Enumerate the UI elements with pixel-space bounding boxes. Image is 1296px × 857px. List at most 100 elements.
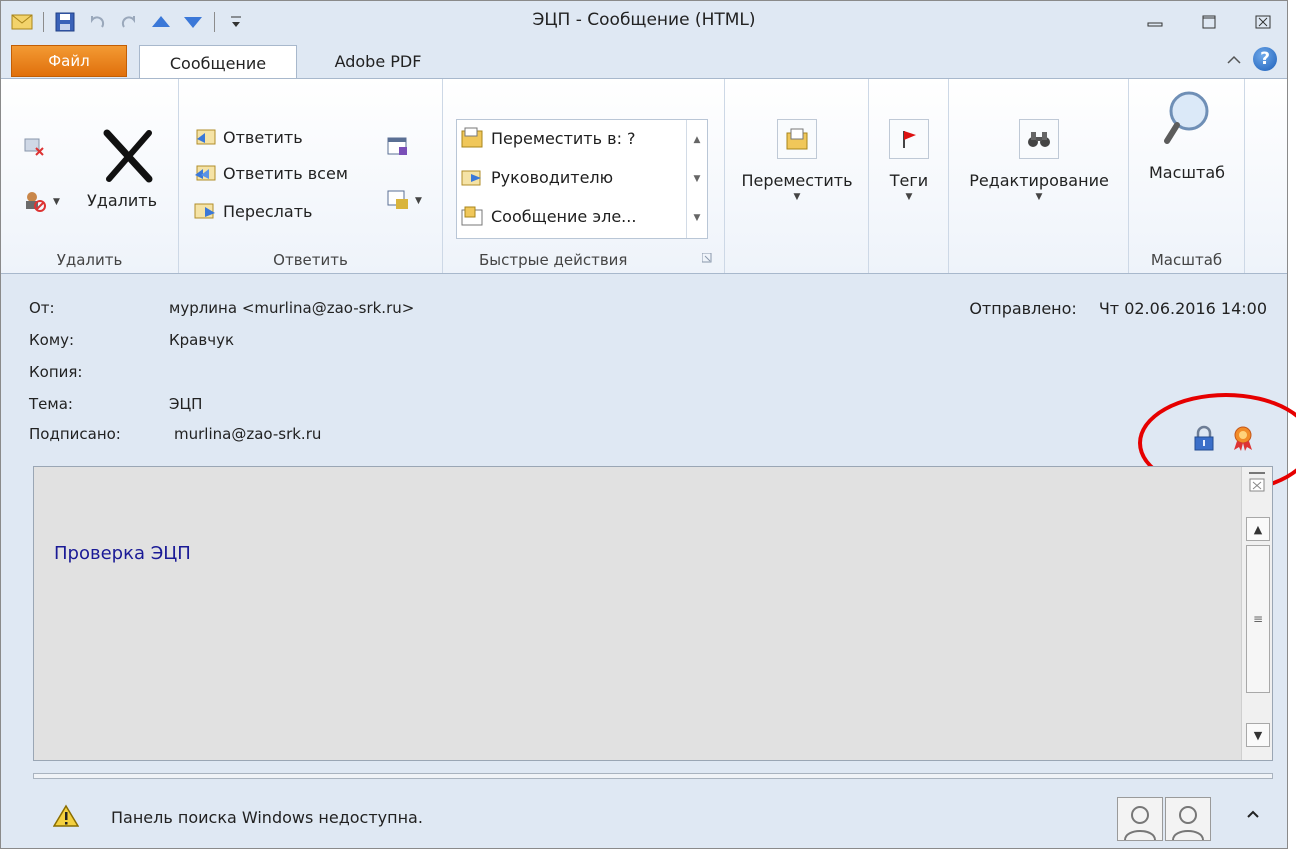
- sent-label: Отправлено:: [969, 299, 1077, 318]
- scroll-up-button[interactable]: ▲: [1246, 517, 1270, 541]
- reply-label: Ответить: [223, 127, 303, 147]
- scroll-thumb[interactable]: ≡: [1246, 545, 1270, 693]
- minimize-ribbon-icon[interactable]: [1227, 50, 1241, 68]
- editing-button[interactable]: Редактирование ▼: [949, 119, 1129, 202]
- outlook-message-window: ЭЦП - Сообщение (HTML) Файл Сообщение Ad…: [0, 0, 1296, 849]
- email-step-icon: [461, 206, 483, 226]
- sent-value: Чт 02.06.2016 14:00: [1098, 299, 1267, 318]
- reply-icon: [196, 129, 216, 145]
- reply-all-label: Ответить всем: [223, 163, 348, 183]
- contact-avatars: [1117, 797, 1211, 841]
- move-icon: [777, 119, 817, 159]
- flag-icon: [889, 119, 929, 159]
- junk-button[interactable]: ▼: [23, 189, 60, 213]
- avatar[interactable]: [1165, 797, 1211, 841]
- minimize-button[interactable]: [1141, 11, 1169, 33]
- cc-label: Копия:: [29, 363, 83, 381]
- magnifier-icon: [1161, 89, 1213, 149]
- group-zoom: Масштаб Масштаб: [1129, 79, 1245, 273]
- tags-button[interactable]: Теги ▼: [869, 119, 949, 202]
- forward-label: Переслать: [223, 201, 313, 221]
- editing-caret-icon: ▼: [1035, 192, 1043, 202]
- delete-button[interactable]: Удалить: [87, 191, 157, 210]
- junk-icon: [26, 192, 46, 212]
- from-value[interactable]: мурлина <murlina@zao-srk.ru>: [169, 299, 414, 317]
- ribbon-tabs: Файл Сообщение Adobe PDF ?: [1, 43, 1287, 81]
- message-header: От: мурлина <murlina@zao-srk.ru> Кому: К…: [1, 273, 1287, 463]
- quick-steps-expand-icon[interactable]: ▼: [687, 198, 707, 237]
- vertical-scrollbar[interactable]: ▲ ≡ ▼: [1241, 467, 1272, 760]
- tags-label: Теги: [889, 171, 929, 190]
- sent-info: Отправлено: Чт 02.06.2016 14:00: [969, 299, 1267, 318]
- window-controls: [1141, 11, 1277, 33]
- tab-file[interactable]: Файл: [11, 45, 127, 77]
- tags-caret-icon: ▼: [905, 192, 913, 202]
- tab-message[interactable]: Сообщение: [139, 45, 297, 81]
- zoom-button[interactable]: Масштаб: [1129, 89, 1245, 182]
- delete-x-icon[interactable]: [101, 127, 155, 185]
- quick-step-label: Переместить в: ?: [491, 128, 636, 148]
- zoom-label: Масштаб: [1148, 163, 1226, 182]
- quick-steps-gallery: Переместить в: ? Руководителю Сообщение …: [456, 119, 708, 239]
- signed-value: murlina@zao-srk.ru: [174, 425, 322, 443]
- group-label-respond: Ответить: [273, 251, 348, 269]
- subject-label: Тема:: [29, 395, 73, 413]
- reply-button[interactable]: Ответить: [193, 127, 303, 147]
- editing-label: Редактирование: [969, 171, 1109, 190]
- move-caret-icon: ▼: [793, 192, 801, 202]
- quick-steps-scroll[interactable]: ▲ ▼ ▼: [686, 120, 707, 238]
- title-bar: ЭЦП - Сообщение (HTML): [1, 1, 1287, 43]
- reply-all-icon: [195, 165, 216, 181]
- to-manager-icon: [461, 170, 481, 186]
- move-label: Переместить: [741, 171, 853, 190]
- from-label: От:: [29, 299, 55, 317]
- meeting-reply-icon[interactable]: [387, 135, 409, 157]
- quick-step-label: Сообщение эле...: [491, 206, 637, 226]
- warning-icon: [52, 804, 80, 832]
- signed-label: Подписано:: [29, 425, 121, 443]
- ribbon: ▼ Удалить Удалить Ответить Ответить всем…: [1, 78, 1287, 274]
- quick-step-email[interactable]: Сообщение эле...: [461, 202, 636, 230]
- move-to-folder-icon: [461, 127, 483, 148]
- tab-adobe-pdf[interactable]: Adobe PDF: [313, 45, 443, 77]
- pane-splitter[interactable]: [33, 773, 1273, 779]
- binoculars-icon: [1019, 119, 1059, 159]
- quick-step-to-manager[interactable]: Руководителю: [461, 163, 613, 191]
- expand-people-pane-icon[interactable]: [1247, 807, 1259, 821]
- close-button[interactable]: [1249, 11, 1277, 33]
- more-respond-caret-icon: ▼: [415, 196, 422, 206]
- avatar[interactable]: [1117, 797, 1163, 841]
- subject-value: ЭЦП: [169, 395, 203, 413]
- more-respond-icon: [387, 190, 408, 209]
- people-pane: Панель поиска Windows недоступна.: [33, 791, 1273, 847]
- group-label-quick-steps: Быстрые действия: [479, 251, 628, 269]
- tabs-right-controls: ?: [1227, 47, 1277, 71]
- junk-caret-icon: ▼: [53, 197, 60, 207]
- group-tags: Теги ▼: [869, 79, 949, 273]
- people-pane-message: Панель поиска Windows недоступна.: [111, 808, 423, 827]
- group-respond: Ответить Ответить всем Переслать ▼ Ответ…: [179, 79, 443, 273]
- help-icon[interactable]: ?: [1253, 47, 1277, 71]
- restore-button[interactable]: [1195, 11, 1223, 33]
- group-label-zoom: Масштаб: [1150, 251, 1223, 269]
- to-label: Кому:: [29, 331, 75, 349]
- body-text: Проверка ЭЦП: [54, 543, 191, 564]
- move-button[interactable]: Переместить ▼: [733, 119, 861, 202]
- quick-steps-down-icon[interactable]: ▼: [687, 159, 707, 198]
- scroll-down-button[interactable]: ▼: [1246, 723, 1270, 747]
- quick-steps-up-icon[interactable]: ▲: [687, 120, 707, 159]
- to-value[interactable]: Кравчук: [169, 331, 234, 349]
- reply-all-button[interactable]: Ответить всем: [193, 163, 348, 183]
- view-options-icon[interactable]: [1248, 471, 1266, 497]
- forward-icon: [194, 203, 215, 219]
- more-respond-button[interactable]: ▼: [387, 189, 422, 211]
- group-move: Переместить ▼: [725, 79, 869, 273]
- group-editing: Редактирование ▼: [949, 79, 1129, 273]
- forward-button[interactable]: Переслать: [193, 201, 312, 221]
- quick-step-label: Руководителю: [491, 167, 614, 187]
- quick-step-move-to[interactable]: Переместить в: ?: [461, 124, 636, 152]
- quick-steps-launcher-icon[interactable]: [701, 249, 712, 267]
- message-body[interactable]: Проверка ЭЦП ▲ ≡ ▼: [33, 466, 1273, 761]
- group-label-delete: Удалить: [56, 251, 123, 269]
- ignore-icon[interactable]: [23, 135, 45, 157]
